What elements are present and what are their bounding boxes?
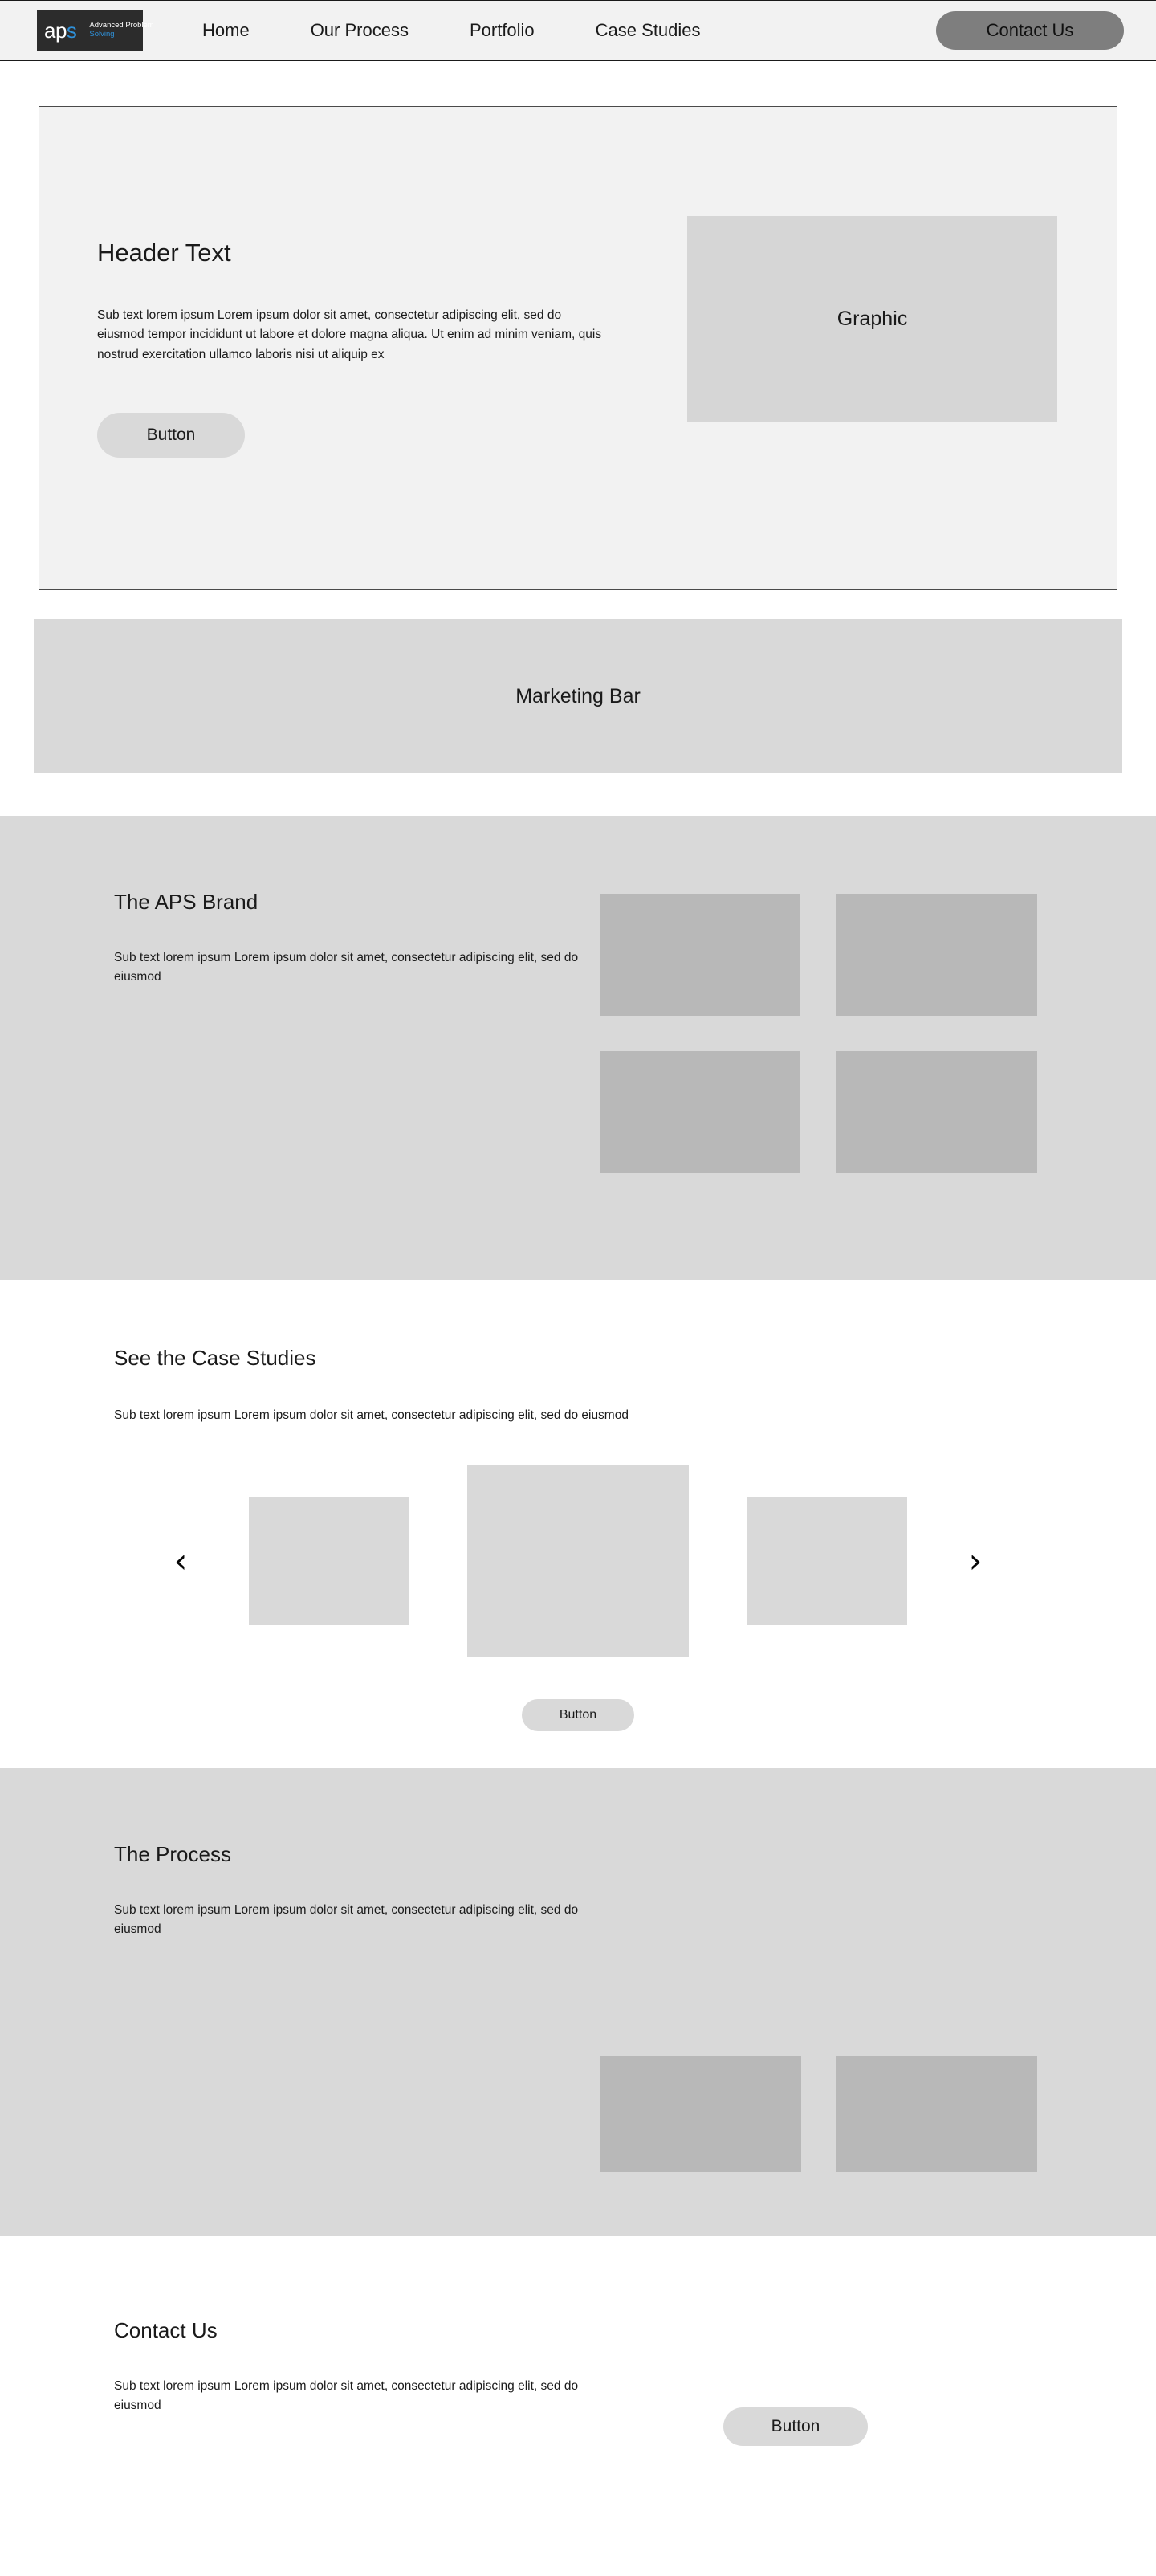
marketing-bar: Marketing Bar [34,619,1122,773]
top-navigation-bar: aps Advanced Problem Solving Home Our Pr… [0,0,1156,61]
aps-brand-section: The APS Brand Sub text lorem ipsum Lorem… [0,816,1156,1280]
brand-text-block: The APS Brand Sub text lorem ipsum Lorem… [114,890,580,986]
hero-subtext: Sub text lorem ipsum Lorem ipsum dolor s… [97,308,602,361]
case-studies-section: See the Case Studies Sub text lorem ipsu… [0,1280,1156,1768]
case-studies-title: See the Case Studies [114,1346,316,1370]
logo-tagline-line-2: Solving [89,30,115,39]
hero-section: Header Text Sub text lorem ipsum Lorem i… [39,106,1117,590]
wireframe-page: aps Advanced Problem Solving Home Our Pr… [0,0,1156,2576]
primary-nav-links: Home Our Process Portfolio Case Studies [202,20,701,41]
brand-section-title: The APS Brand [114,890,258,914]
hero-cta-button[interactable]: Button [97,412,245,458]
process-section-title: The Process [114,1842,231,1866]
nav-link-case-studies[interactable]: Case Studies [596,20,701,41]
logo-tagline: Advanced Problem Solving [83,22,153,39]
marketing-bar-wrapper: Marketing Bar [0,590,1156,773]
carousel-slide-active[interactable] [467,1465,689,1657]
contact-section: Contact Us Sub text lorem ipsum Lorem ip… [0,2236,1156,2574]
logo-wordmark: aps [44,20,83,41]
nav-link-home[interactable]: Home [202,20,250,41]
case-studies-cta-button[interactable]: Button [522,1699,634,1731]
brand-image-3 [600,1051,800,1173]
hero-section-wrapper: Header Text Sub text lorem ipsum Lorem i… [0,61,1156,590]
brand-section-subtext: Sub text lorem ipsum Lorem ipsum dolor s… [114,951,579,984]
contact-section-title: Contact Us [114,2318,218,2342]
hero-title: Header Text [97,238,231,267]
nav-contact-us-button[interactable]: Contact Us [936,11,1124,50]
logo-wordmark-prefix: ap [44,18,67,43]
brand-image-2 [836,894,1037,1016]
case-studies-button-row: Button [0,1699,1156,1731]
chevron-right-icon[interactable]: › [965,1544,986,1578]
hero-content: Header Text Sub text lorem ipsum Lorem i… [39,238,601,458]
contact-cta-button[interactable]: Button [723,2407,868,2446]
contact-section-subtext: Sub text lorem ipsum Lorem ipsum dolor s… [114,2379,579,2412]
process-image-1 [600,2056,801,2172]
brand-image-grid [600,817,1037,1173]
case-studies-header: See the Case Studies Sub text lorem ipsu… [0,1346,1156,1423]
hero-graphic-placeholder: Graphic [687,216,1057,422]
case-studies-carousel: ‹ › [0,1465,1156,1657]
case-studies-subtext: Sub text lorem ipsum Lorem ipsum dolor s… [114,1408,629,1422]
aps-logo[interactable]: aps Advanced Problem Solving [37,10,154,51]
carousel-slide-next[interactable] [747,1497,907,1625]
chevron-left-icon[interactable]: ‹ [170,1544,191,1578]
logo-wordmark-accent: s [66,18,77,43]
carousel-slide-previous[interactable] [249,1497,409,1625]
process-image-2 [836,2056,1037,2172]
nav-link-our-process[interactable]: Our Process [311,20,409,41]
contact-text-block: Contact Us Sub text lorem ipsum Lorem ip… [114,2318,612,2415]
process-section: The Process Sub text lorem ipsum Lorem i… [0,1768,1156,2511]
brand-image-4 [836,1051,1037,1173]
brand-image-1 [600,894,800,1016]
process-section-subtext: Sub text lorem ipsum Lorem ipsum dolor s… [114,1903,579,1936]
nav-link-portfolio[interactable]: Portfolio [470,20,535,41]
process-text-block: The Process Sub text lorem ipsum Lorem i… [114,1842,580,1938]
